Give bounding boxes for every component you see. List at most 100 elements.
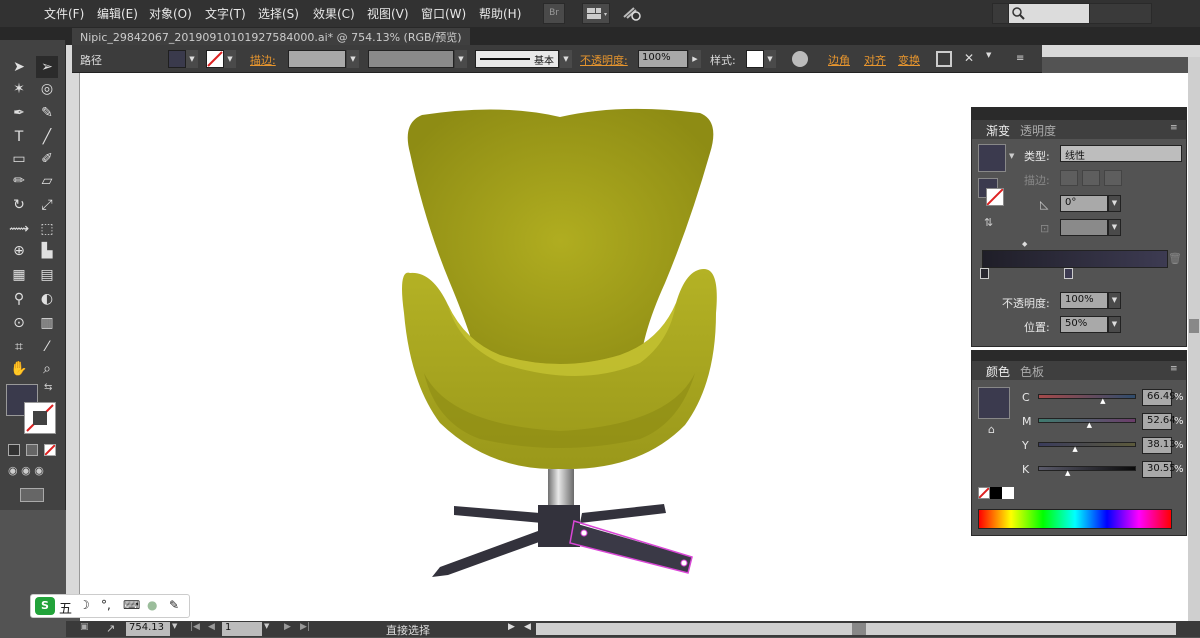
aspect-ratio-field[interactable] bbox=[1060, 219, 1108, 236]
corner-label[interactable]: 边角 bbox=[828, 52, 850, 68]
brush-dropdown[interactable]: ▼ bbox=[560, 50, 572, 68]
gradient-thumbnail[interactable] bbox=[978, 144, 1006, 172]
reverse-gradient-icon[interactable]: ⇅ bbox=[984, 216, 993, 229]
gradient-stop-right[interactable] bbox=[1064, 268, 1073, 279]
gradient-mode-icon[interactable] bbox=[26, 444, 38, 456]
drawing-mode-icons[interactable]: ◉ ◉ ◉ bbox=[8, 464, 60, 478]
style-swatch[interactable] bbox=[746, 50, 764, 68]
input-mode-label[interactable]: 五 bbox=[59, 598, 72, 617]
line-tool-icon[interactable]: ╱ bbox=[36, 126, 58, 148]
stroke-dropdown[interactable]: ▼ bbox=[224, 50, 236, 68]
stroke-color-swatch[interactable] bbox=[24, 402, 56, 434]
opacity-field[interactable]: 100% bbox=[638, 50, 688, 68]
menu-view[interactable]: 视图(V) bbox=[367, 5, 409, 22]
zoom-tool-icon[interactable]: ⌕ bbox=[36, 358, 58, 380]
bridge-button[interactable]: Br bbox=[543, 3, 565, 24]
free-transform-tool-icon[interactable]: ⬚ bbox=[36, 218, 58, 240]
paintbrush-tool-icon[interactable]: ✐ bbox=[36, 148, 58, 170]
menu-effect[interactable]: 效果(C) bbox=[313, 5, 355, 22]
menu-help[interactable]: 帮助(H) bbox=[479, 5, 521, 22]
punctuation-icon[interactable]: °, bbox=[101, 598, 111, 612]
color-panel-titlebar[interactable] bbox=[972, 351, 1186, 361]
gradient-opacity-field[interactable]: 100% bbox=[1060, 292, 1108, 309]
horizontal-scroll-thumb[interactable] bbox=[852, 623, 866, 635]
stroke-within-button[interactable] bbox=[1060, 170, 1078, 186]
vertical-ruler[interactable] bbox=[66, 57, 80, 597]
menu-type[interactable]: 文字(T) bbox=[205, 5, 246, 22]
tab-transparency[interactable]: 透明度 bbox=[1020, 122, 1056, 139]
slice-tool-icon[interactable]: ⁄ bbox=[36, 336, 58, 358]
channel-k-slider[interactable]: ▲ bbox=[1038, 466, 1136, 477]
channel-m-thumb[interactable]: ▲ bbox=[1087, 421, 1092, 429]
last-page-icon[interactable]: ▶| bbox=[300, 622, 310, 632]
brush-definition[interactable]: 基本 bbox=[475, 50, 559, 68]
settings-wrench-icon[interactable]: ✎ bbox=[169, 598, 179, 612]
control-bar-menu-icon[interactable]: ≡ bbox=[1016, 53, 1030, 65]
column-graph-tool-icon[interactable]: ▥ bbox=[36, 312, 58, 334]
variable-width-field[interactable] bbox=[368, 50, 454, 68]
gradient-slider[interactable] bbox=[982, 250, 1168, 268]
channel-y-slider[interactable]: ▲ bbox=[1038, 442, 1136, 453]
next-page-icon[interactable]: ▶ bbox=[284, 622, 291, 632]
rectangle-tool-icon[interactable]: ▭ bbox=[8, 148, 30, 170]
zoom-dropdown[interactable]: ▼ bbox=[172, 622, 177, 630]
gpu-performance-button[interactable] bbox=[620, 3, 648, 24]
transform-label[interactable]: 变换 bbox=[898, 52, 920, 68]
shape-builder-tool-icon[interactable]: ⊕ bbox=[8, 240, 30, 262]
isolate-object-icon[interactable] bbox=[936, 51, 952, 67]
position-field[interactable]: 50% bbox=[1060, 316, 1108, 333]
curvature-tool-icon[interactable]: ✎ bbox=[36, 102, 58, 124]
menu-window[interactable]: 窗口(W) bbox=[421, 5, 466, 22]
mesh-tool-icon[interactable]: ▦ bbox=[8, 264, 30, 286]
sogou-logo-icon[interactable]: S bbox=[35, 597, 55, 615]
gradient-panel-titlebar[interactable] bbox=[972, 108, 1186, 120]
fill-swatch[interactable] bbox=[168, 50, 186, 68]
gradient-stop-left[interactable] bbox=[980, 268, 989, 279]
channel-m-field[interactable]: 52.64 bbox=[1142, 413, 1176, 430]
channel-c-thumb[interactable]: ▲ bbox=[1100, 397, 1105, 405]
scroll-left-icon[interactable]: ◀ bbox=[524, 622, 531, 632]
color-mode-icon[interactable] bbox=[8, 444, 20, 456]
gradient-stroke-swatch[interactable] bbox=[986, 188, 1004, 206]
tab-gradient[interactable]: 渐变 bbox=[986, 122, 1010, 139]
channel-y-field[interactable]: 38.13 bbox=[1142, 437, 1176, 454]
stroke-along-button[interactable] bbox=[1082, 170, 1100, 186]
gradient-midpoint-icon[interactable]: ◆ bbox=[1022, 240, 1027, 248]
pencil-tool-icon[interactable]: ✏ bbox=[8, 170, 30, 192]
gradient-presets-dropdown[interactable]: ▼ bbox=[1009, 152, 1014, 160]
blend-tool-icon[interactable]: ◐ bbox=[36, 288, 58, 310]
delete-stop-icon[interactable]: 🗑 bbox=[1168, 252, 1182, 265]
menu-select[interactable]: 选择(S) bbox=[258, 5, 299, 22]
lasso-tool-icon[interactable]: ◎ bbox=[36, 78, 58, 100]
menu-edit[interactable]: 编辑(E) bbox=[97, 5, 138, 22]
stroke-weight-dropdown[interactable]: ▼ bbox=[347, 50, 359, 68]
gradient-opacity-dropdown[interactable]: ▼ bbox=[1108, 292, 1121, 309]
stroke-weight-label[interactable]: 描边: bbox=[250, 52, 276, 68]
recolor-artwork-icon[interactable] bbox=[792, 51, 808, 67]
document-tab[interactable]: Nipic_29842067_20190910101927584000.ai* … bbox=[72, 28, 470, 45]
style-dropdown[interactable]: ▼ bbox=[764, 50, 776, 68]
first-page-icon[interactable]: |◀ bbox=[190, 622, 200, 632]
vertical-scrollbar[interactable] bbox=[1188, 57, 1200, 621]
type-tool-icon[interactable]: T bbox=[8, 126, 30, 148]
prev-page-icon[interactable]: ◀ bbox=[208, 622, 215, 632]
half-width-icon[interactable]: ☽ bbox=[79, 598, 90, 612]
color-spectrum-bar[interactable] bbox=[978, 509, 1172, 529]
tab-color[interactable]: 颜色 bbox=[986, 363, 1010, 380]
stroke-swatch[interactable] bbox=[206, 50, 224, 68]
eyedropper-tool-icon[interactable]: ⚲ bbox=[8, 288, 30, 310]
channel-y-thumb[interactable]: ▲ bbox=[1072, 445, 1077, 453]
eraser-tool-icon[interactable]: ▱ bbox=[36, 170, 58, 192]
page-dropdown[interactable]: ▼ bbox=[264, 622, 269, 630]
pen-tool-icon[interactable]: ✒ bbox=[8, 102, 30, 124]
channel-c-field[interactable]: 66.49 bbox=[1142, 389, 1176, 406]
selection-tool-icon[interactable]: ➤ bbox=[8, 56, 30, 78]
variable-width-dropdown[interactable]: ▼ bbox=[455, 50, 467, 68]
stroke-across-button[interactable] bbox=[1104, 170, 1122, 186]
menu-object[interactable]: 对象(O) bbox=[149, 5, 192, 22]
rotate-tool-icon[interactable]: ↻ bbox=[8, 194, 30, 216]
none-mode-icon[interactable] bbox=[44, 444, 56, 456]
none-color-swatch[interactable] bbox=[978, 487, 990, 499]
hand-tool-icon[interactable]: ✋ bbox=[8, 358, 30, 380]
symbol-sprayer-tool-icon[interactable]: ⊙ bbox=[8, 312, 30, 334]
